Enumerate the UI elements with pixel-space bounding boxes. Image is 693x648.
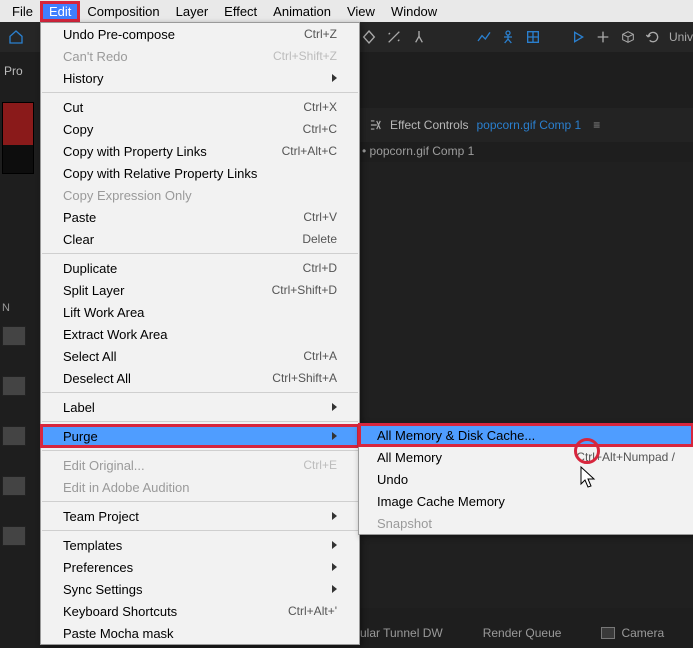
menuitem-copy-expression-only: Copy Expression Only	[41, 184, 359, 206]
folder-icon[interactable]	[2, 376, 26, 396]
solid-icon[interactable]	[2, 526, 26, 546]
submenuitem-all-memory-disk-cache-[interactable]: All Memory & Disk Cache...	[359, 424, 693, 446]
menu-window[interactable]: Window	[383, 2, 445, 21]
edit-dropdown: Undo Pre-composeCtrl+ZCan't RedoCtrl+Shi…	[40, 22, 360, 645]
menuitem-deselect-all[interactable]: Deselect AllCtrl+Shift+A	[41, 367, 359, 389]
menuitem-select-all[interactable]: Select AllCtrl+A	[41, 345, 359, 367]
tab-tunnel[interactable]: ular Tunnel DW	[360, 626, 443, 640]
cube-icon[interactable]	[615, 24, 640, 50]
menuitem-keyboard-shortcuts[interactable]: Keyboard ShortcutsCtrl+Alt+'	[41, 600, 359, 622]
universal-label: Univ	[669, 30, 693, 44]
menuitem-team-project[interactable]: Team Project	[41, 505, 359, 527]
menuitem-paste-mocha-mask[interactable]: Paste Mocha mask	[41, 622, 359, 644]
menuitem-edit-original-: Edit Original...Ctrl+E	[41, 454, 359, 476]
effect-controls-header: Effect Controls popcorn.gif Comp 1 ≡	[360, 108, 693, 142]
menuitem-copy[interactable]: CopyCtrl+C	[41, 118, 359, 140]
home-icon[interactable]	[4, 24, 29, 50]
mesh-icon[interactable]	[521, 24, 546, 50]
menuitem-can-t-redo: Can't RedoCtrl+Shift+Z	[41, 45, 359, 67]
menu-layer[interactable]: Layer	[168, 2, 217, 21]
effect-controls-breadcrumb: • popcorn.gif Comp 1	[362, 144, 474, 158]
keyframe-icon[interactable]	[357, 24, 382, 50]
submenuitem-image-cache-memory[interactable]: Image Cache Memory	[359, 490, 693, 512]
menuitem-label[interactable]: Label	[41, 396, 359, 418]
menuitem-paste[interactable]: PasteCtrl+V	[41, 206, 359, 228]
menuitem-sync-settings[interactable]: Sync Settings	[41, 578, 359, 600]
submenuitem-all-memory[interactable]: All MemoryCtrl+Alt+Numpad /	[359, 446, 693, 468]
project-thumbnail[interactable]	[2, 102, 34, 174]
menuitem-edit-in-adobe-audition: Edit in Adobe Audition	[41, 476, 359, 498]
submenuitem-undo[interactable]: Undo	[359, 468, 693, 490]
project-label: Pro	[4, 64, 23, 78]
tab-camera-label: Camera	[621, 626, 664, 640]
composition-viewer[interactable]	[360, 162, 693, 608]
play-icon[interactable]	[566, 24, 591, 50]
name-column-hint: N	[2, 302, 26, 314]
menuitem-history[interactable]: History	[41, 67, 359, 89]
effect-controls-title: Effect Controls	[390, 118, 468, 132]
menuitem-templates[interactable]: Templates	[41, 534, 359, 556]
puppet-icon[interactable]	[496, 24, 521, 50]
graph-line-icon[interactable]	[471, 24, 496, 50]
refresh-icon[interactable]	[640, 24, 665, 50]
menuitem-split-layer[interactable]: Split LayerCtrl+Shift+D	[41, 279, 359, 301]
fx-icon	[368, 118, 382, 132]
tab-render-queue[interactable]: Render Queue	[483, 626, 562, 640]
footage-icon[interactable]	[2, 326, 26, 346]
wand-icon[interactable]	[382, 24, 407, 50]
menuitem-preferences[interactable]: Preferences	[41, 556, 359, 578]
add-icon[interactable]	[591, 24, 616, 50]
comp2-icon[interactable]	[2, 476, 26, 496]
tab-camera[interactable]: Camera	[601, 626, 664, 640]
menuitem-duplicate[interactable]: DuplicateCtrl+D	[41, 257, 359, 279]
effect-controls-link[interactable]: popcorn.gif Comp 1	[476, 118, 581, 132]
comp-icon[interactable]	[2, 426, 26, 446]
menu-composition[interactable]: Composition	[79, 2, 167, 21]
menubar: File Edit Composition Layer Effect Anima…	[0, 0, 693, 22]
menuitem-copy-with-property-links[interactable]: Copy with Property LinksCtrl+Alt+C	[41, 140, 359, 162]
menuitem-undo-pre-compose[interactable]: Undo Pre-composeCtrl+Z	[41, 23, 359, 45]
menu-edit[interactable]: Edit	[41, 2, 79, 21]
menuitem-purge[interactable]: Purge	[41, 425, 359, 447]
menuitem-cut[interactable]: CutCtrl+X	[41, 96, 359, 118]
menuitem-copy-with-relative-property-links[interactable]: Copy with Relative Property Links	[41, 162, 359, 184]
purge-submenu: All Memory & Disk Cache...All MemoryCtrl…	[358, 423, 693, 535]
menu-effect[interactable]: Effect	[216, 2, 265, 21]
panel-menu-icon[interactable]: ≡	[593, 118, 600, 132]
menu-view[interactable]: View	[339, 2, 383, 21]
submenuitem-snapshot: Snapshot	[359, 512, 693, 534]
camera-icon	[601, 627, 615, 639]
menu-file[interactable]: File	[4, 2, 41, 21]
menuitem-extract-work-area[interactable]: Extract Work Area	[41, 323, 359, 345]
pin-icon[interactable]	[406, 24, 431, 50]
menu-animation[interactable]: Animation	[265, 2, 339, 21]
menuitem-lift-work-area[interactable]: Lift Work Area	[41, 301, 359, 323]
menuitem-clear[interactable]: ClearDelete	[41, 228, 359, 250]
